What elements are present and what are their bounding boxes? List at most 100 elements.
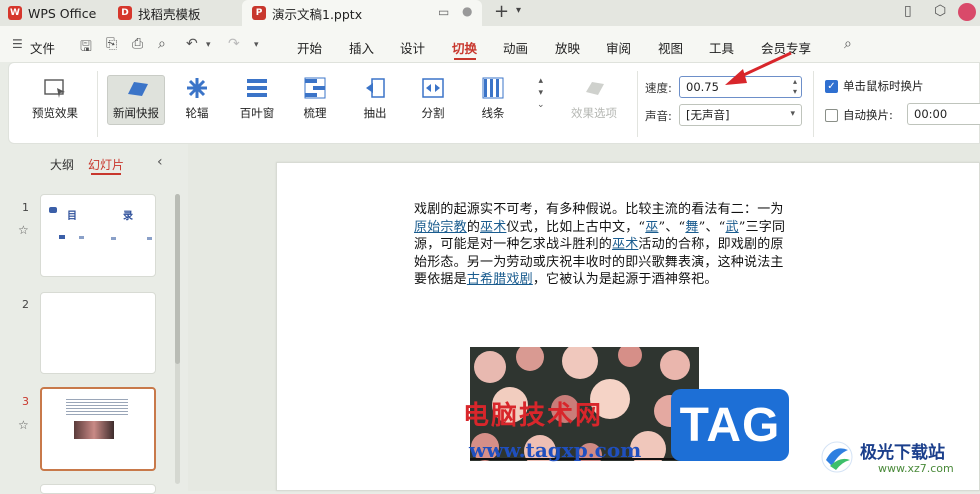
monitor-icon[interactable]: ▭ <box>438 5 449 19</box>
transition-label: 百叶窗 <box>239 106 275 120</box>
hyperlink-text[interactable]: 巫术 <box>480 220 506 235</box>
thumbnail-decoration <box>49 207 57 213</box>
new-tab-plus-icon[interactable]: + <box>494 1 509 22</box>
undo-chevron-icon[interactable]: ▾ <box>206 40 211 50</box>
chevron-down-icon: ▾ <box>790 109 795 119</box>
cube-icon[interactable]: ⬡ <box>934 3 946 19</box>
thumbnail-text-lines <box>66 397 128 417</box>
gallery-scroll[interactable]: ▴ ▾ ⌄ <box>537 75 545 111</box>
tab-label: 演示文稿1.pptx <box>272 6 363 22</box>
unsaved-dot-icon: ● <box>462 4 473 18</box>
speed-label: 速度: <box>645 81 672 95</box>
transition-label: 轮辐 <box>185 106 209 120</box>
transition-news-flash[interactable]: 新闻快报 <box>107 77 165 121</box>
thumbnail-mark <box>111 237 116 240</box>
click-advance-checkbox[interactable]: ✓ 单击鼠标时换片 <box>825 78 924 94</box>
more-chevron-icon[interactable]: ▾ <box>254 40 259 50</box>
corner-logo-url: www.xz7.com <box>878 462 954 475</box>
hyperlink-text[interactable]: 巫 <box>645 220 658 235</box>
paragraph-text: 的 <box>466 219 481 235</box>
slide-thumbnail-2[interactable] <box>40 292 156 374</box>
red-arrow-annotation <box>725 51 792 85</box>
thumbnail-mark <box>59 235 65 239</box>
tab-label: WPS Office <box>28 5 97 21</box>
undo-icon[interactable]: ↶ <box>186 36 198 52</box>
news-flash-icon <box>124 77 148 99</box>
tab-label: 找稻壳模板 <box>138 6 201 22</box>
tab-docer-templates[interactable]: D 找稻壳模板 <box>118 0 233 26</box>
transition-blinds[interactable]: 百叶窗 <box>229 77 285 121</box>
save-icon[interactable]: 🖫 <box>80 36 92 60</box>
tab-presentation[interactable]: P 演示文稿1.pptx ▭ ● <box>242 0 482 26</box>
auto-advance-time-input[interactable]: 00:00 <box>907 103 980 125</box>
hyperlink-text[interactable]: 原始宗教 <box>414 220 467 235</box>
panel-scrollbar[interactable] <box>175 194 180 484</box>
hamburger-icon[interactable]: ☰ <box>12 37 23 51</box>
effect-options-label: 效果选项 <box>571 106 617 120</box>
menu-transitions[interactable]: 切换 <box>452 38 477 57</box>
slide-thumbnail-3[interactable] <box>40 387 156 471</box>
preview-label: 预览效果 <box>32 106 78 120</box>
auto-advance-checkbox[interactable]: 自动换片: <box>825 107 893 123</box>
lines-icon <box>481 77 505 99</box>
active-tab-underline <box>91 173 121 175</box>
menu-file[interactable]: 文件 <box>30 38 55 57</box>
tab-outline[interactable]: 大纲 <box>50 156 74 173</box>
divider <box>813 71 814 137</box>
transition-wheel[interactable]: 轮辐 <box>169 77 225 121</box>
slide-paragraph[interactable]: 戏剧的起源实不可考，有多种假说。比较主流的看法有二：一为原始宗教的巫术仪式，比如… <box>414 201 794 289</box>
tab-wps-office[interactable]: W WPS Office <box>8 0 108 26</box>
transition-split[interactable]: 分割 <box>405 77 461 121</box>
menu-insert[interactable]: 插入 <box>349 38 374 57</box>
sound-select[interactable]: [无声音] ▾ <box>679 104 802 126</box>
thumbnail-title-part: 录 <box>123 211 133 222</box>
collapse-panel-icon[interactable]: ‹ <box>157 154 163 170</box>
slide-thumbnail-1[interactable]: 目 录 <box>40 194 156 277</box>
paragraph-text: 戏剧的起源实不可考，有多种假说。比较主流的看法有二：一为 <box>414 202 784 217</box>
menu-design[interactable]: 设计 <box>400 38 425 57</box>
menu-animation[interactable]: 动画 <box>503 38 528 57</box>
hyperlink-text[interactable]: 巫术 <box>612 237 638 252</box>
tab-slides[interactable]: 幻灯片 <box>88 156 124 173</box>
slides-panel: 大纲 幻灯片 ‹ 1 ☆ 目 录 2 3 ☆ <box>0 144 186 494</box>
search-icon[interactable]: ⌕ <box>844 36 852 52</box>
share-icon[interactable]: ⎘ <box>106 36 117 52</box>
preview-effect-button[interactable]: 预览效果 <box>23 77 87 121</box>
active-menu-underline <box>454 58 476 60</box>
paragraph-text: 仪式，比如上古中文，“ <box>506 219 646 235</box>
hyperlink-text[interactable]: 武 <box>726 220 739 235</box>
scroll-up-icon[interactable]: ▴ <box>537 75 545 87</box>
menu-view[interactable]: 视图 <box>658 38 683 57</box>
print-preview-icon[interactable]: ⌕ <box>158 36 166 52</box>
thumbnail-title-part: 目 <box>67 211 77 222</box>
paragraph-text: ，它被认为是起源于酒神祭祀。 <box>532 272 718 288</box>
tab-list-chevron-icon[interactable]: ▾ <box>516 5 521 16</box>
transition-label: 抽出 <box>363 106 387 120</box>
effect-options-icon <box>582 77 606 99</box>
gallery-expand-icon[interactable]: ⌄ <box>537 99 545 111</box>
avatar[interactable] <box>958 3 976 21</box>
transition-pull-out[interactable]: 抽出 <box>347 77 403 121</box>
redo-icon[interactable]: ↷ <box>228 36 240 52</box>
slide-thumbnail-4[interactable] <box>40 484 156 494</box>
print-icon[interactable]: ⎙ <box>132 36 143 52</box>
click-advance-label: 单击鼠标时换片 <box>843 79 924 93</box>
paragraph-text: ”、“ <box>698 219 726 235</box>
menu-start[interactable]: 开始 <box>297 38 322 57</box>
effect-options-button[interactable]: 效果选项 <box>559 77 629 121</box>
hyperlink-text[interactable]: 古希腊戏剧 <box>467 272 533 287</box>
transition-comb[interactable]: 梳理 <box>287 77 343 121</box>
aurora-logo-icon <box>821 441 853 473</box>
menu-review[interactable]: 审阅 <box>606 38 631 57</box>
menu-slideshow[interactable]: 放映 <box>555 38 580 57</box>
transition-lines[interactable]: 线条 <box>465 77 521 121</box>
window-layout-icon[interactable]: ▯ <box>904 3 912 19</box>
divider <box>637 71 638 137</box>
auto-advance-value: 00:00 <box>914 107 948 121</box>
corner-logo-name: 极光下载站 <box>860 443 945 463</box>
docer-logo-icon: D <box>118 6 132 20</box>
transition-label: 新闻快报 <box>113 106 159 120</box>
hyperlink-text[interactable]: 舞 <box>685 220 698 235</box>
thumbnail-mark <box>147 237 152 240</box>
scroll-down-icon[interactable]: ▾ <box>537 87 545 99</box>
